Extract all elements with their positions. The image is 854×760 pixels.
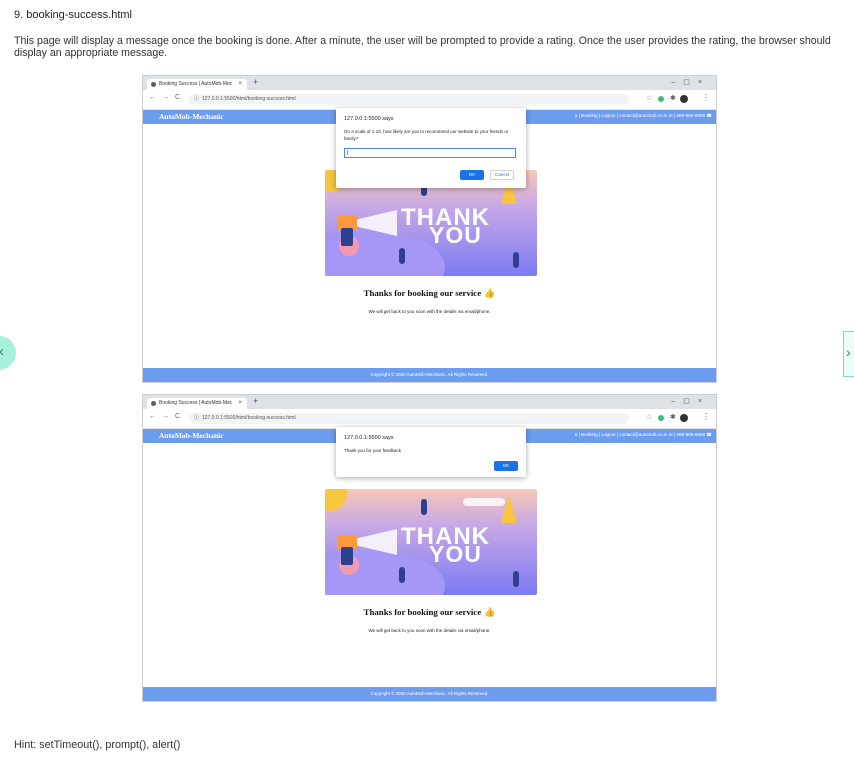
extension-icon[interactable] (658, 96, 664, 102)
reload-icon[interactable]: C (175, 413, 180, 420)
carousel-next-button[interactable]: › (843, 331, 854, 377)
megaphone-handle (341, 228, 353, 246)
tab-title: Booking Success | AutoMob-Mec (159, 81, 233, 87)
cloud-shape (463, 498, 505, 506)
globe-icon (151, 401, 156, 406)
browser-tab[interactable]: Booking Success | AutoMob-Mec × (147, 398, 247, 409)
chevron-left-icon: ‹ (0, 343, 4, 360)
url-field[interactable]: ⓘ 127.0.0.1:5500/html/booking-success.ht… (189, 94, 629, 105)
dialog-message: On a scale of 1-10, how likely are you t… (344, 129, 509, 141)
ok-button[interactable]: OK (494, 461, 518, 471)
tab-close-icon[interactable]: × (238, 79, 242, 90)
forward-icon[interactable]: → (162, 94, 169, 101)
hero-you-text: YOU (429, 541, 482, 567)
screenshot-alert: Booking Success | AutoMob-Mec × + –▢× ← … (142, 394, 717, 702)
alert-dialog: 127.0.0.1:5500 says Thank you for your f… (336, 427, 526, 477)
address-bar: ← → C ⓘ 127.0.0.1:5500/html/booking-succ… (143, 409, 716, 429)
rating-input[interactable] (344, 148, 516, 158)
reload-icon[interactable]: C (175, 94, 180, 101)
carousel-prev-button[interactable]: ‹ (0, 336, 16, 370)
person-figure (399, 248, 405, 264)
back-icon[interactable]: ← (149, 94, 156, 101)
screenshot-prompt: Booking Success | AutoMob-Mec × + –▢× ← … (142, 75, 717, 383)
site-nav-links[interactable]: s | Booking | Logout | contact@automob.c… (575, 113, 712, 119)
sun-shape (325, 489, 347, 511)
thumbs-up-icon: 👍 (484, 607, 496, 617)
site-brand[interactable]: AutoMob-Mechanic (159, 112, 224, 121)
url-field[interactable]: ⓘ 127.0.0.1:5500/html/booking-success.ht… (189, 413, 629, 424)
info-icon: ⓘ (194, 96, 200, 102)
url-text: 127.0.0.1:5500/html/booking-success.html (202, 96, 296, 102)
ok-button[interactable]: OK (460, 170, 484, 180)
site-nav-links[interactable]: s | Booking | Logout | contact@automob.c… (575, 432, 712, 438)
bookmark-star-icon[interactable]: ☆ (646, 413, 652, 421)
dialog-message: Thank you for your feedback (344, 448, 402, 453)
bookmark-star-icon[interactable]: ☆ (646, 94, 652, 102)
back-icon[interactable]: ← (149, 413, 156, 420)
doc-heading: 9. booking-success.html (14, 9, 132, 21)
menu-icon[interactable]: ⋮ (702, 412, 710, 421)
thumbs-up-icon: 👍 (484, 288, 496, 298)
booking-subtext: We will get back to you soon with the de… (368, 628, 491, 633)
person-figure (399, 567, 405, 583)
booking-subtext: We will get back to you soon with the de… (368, 309, 491, 314)
address-bar: ← → C ⓘ 127.0.0.1:5500/html/booking-succ… (143, 90, 716, 110)
doc-hint: Hint: setTimeout(), prompt(), alert() (14, 739, 181, 751)
megaphone-handle (341, 547, 353, 565)
info-icon: ⓘ (194, 415, 200, 421)
prompt-dialog: 127.0.0.1:5500 says On a scale of 1-10, … (336, 108, 526, 188)
tab-title: Booking Success | AutoMob-Mec (159, 400, 233, 406)
cancel-button[interactable]: Cancel (490, 170, 514, 180)
url-text: 127.0.0.1:5500/html/booking-success.html (202, 415, 296, 421)
browser-tab[interactable]: Booking Success | AutoMob-Mec × (147, 79, 247, 90)
booking-headline: Thanks for booking our service 👍 (143, 288, 716, 299)
chevron-right-icon: › (846, 344, 851, 360)
hero-you-text: YOU (429, 222, 482, 248)
new-tab-button[interactable]: + (253, 77, 258, 87)
puzzle-icon[interactable]: ✱ (670, 413, 676, 421)
window-controls[interactable]: –▢× (671, 78, 710, 86)
headline-text: Thanks for booking our service (363, 607, 482, 617)
new-tab-button[interactable]: + (253, 396, 258, 406)
extension-icon[interactable] (658, 415, 664, 421)
headline-text: Thanks for booking our service (363, 288, 482, 298)
site-brand[interactable]: AutoMob-Mechanic (159, 431, 224, 440)
menu-icon[interactable]: ⋮ (702, 93, 710, 102)
dialog-title: 127.0.0.1:5500 says (344, 116, 394, 122)
thank-you-banner: THANK YOU (325, 489, 537, 595)
forward-icon[interactable]: → (162, 413, 169, 420)
doc-description: This page will display a message once th… (14, 35, 831, 59)
profile-avatar-icon[interactable] (680, 414, 688, 422)
site-footer: Copyright © 2020 AutoMob-Mechanic. All R… (143, 368, 716, 382)
person-figure (513, 252, 519, 268)
browser-tab-bar: Booking Success | AutoMob-Mec × + –▢× (143, 395, 716, 409)
booking-headline: Thanks for booking our service 👍 (143, 607, 716, 618)
profile-avatar-icon[interactable] (680, 95, 688, 103)
site-footer: Copyright © 2020 AutoMob-Mechanic. All R… (143, 687, 716, 701)
browser-tab-bar: Booking Success | AutoMob-Mec × + –▢× (143, 76, 716, 90)
person-figure (421, 499, 427, 515)
window-controls[interactable]: –▢× (671, 397, 710, 405)
person-figure (513, 571, 519, 587)
tab-close-icon[interactable]: × (238, 398, 242, 409)
globe-icon (151, 82, 156, 87)
dialog-title: 127.0.0.1:5500 says (344, 435, 394, 441)
puzzle-icon[interactable]: ✱ (670, 94, 676, 102)
